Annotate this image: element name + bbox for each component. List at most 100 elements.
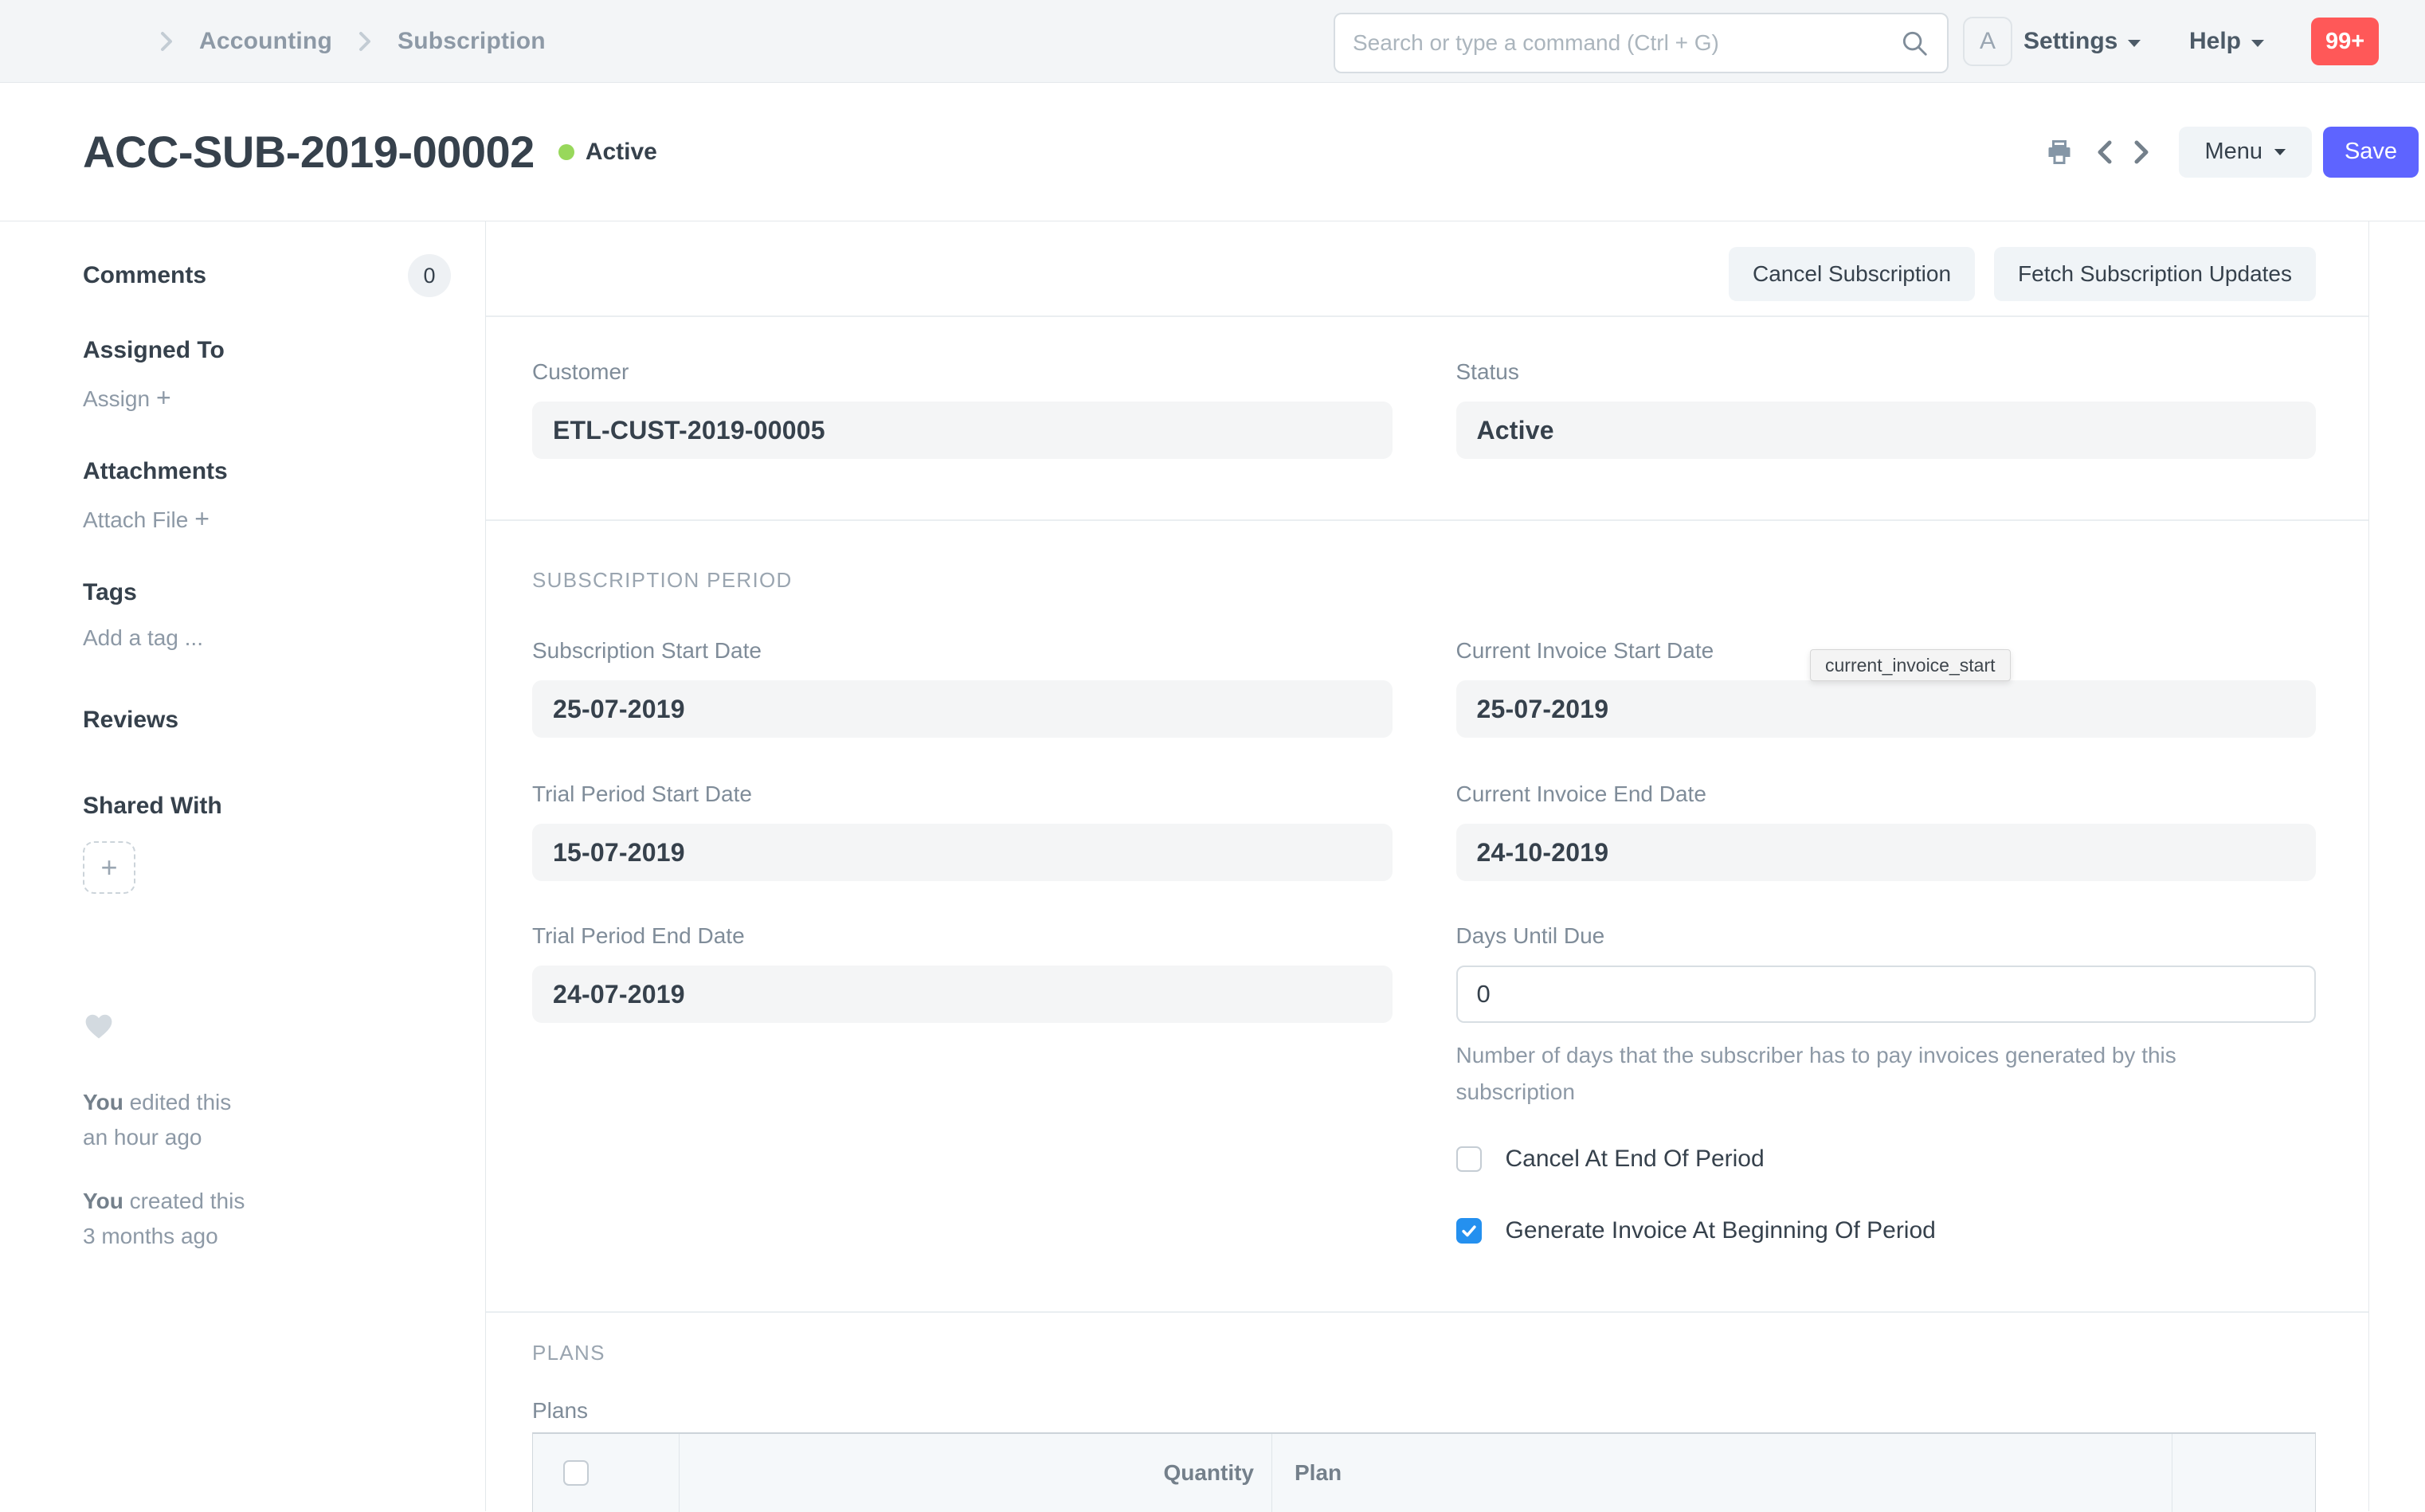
like-heart-icon[interactable] (83, 1012, 485, 1040)
customer-field: Customer ETL-CUST-2019-00005 (532, 358, 1393, 459)
attach-file-label: Attach File (83, 507, 189, 532)
activity-user: You (83, 1189, 123, 1213)
generate-invoice-checkbox[interactable] (1455, 1218, 1482, 1244)
plan-header-label: Plan (1295, 1460, 1342, 1485)
comments-count-badge: 0 (408, 254, 451, 297)
quantity-header-label: Quantity (1163, 1460, 1254, 1485)
subscription-start-date-value[interactable]: 25-07-2019 (532, 680, 1393, 738)
add-tag-input[interactable]: Add a tag ... (83, 625, 485, 652)
cancel-subscription-button[interactable]: Cancel Subscription (1729, 247, 1976, 301)
plans-field-label: Plans (532, 1398, 589, 1423)
select-all-checkbox[interactable] (563, 1460, 589, 1486)
days-until-due-description: Number of days that the subscriber has t… (1455, 1043, 2176, 1104)
activity-user: You (83, 1090, 123, 1114)
reviews-heading: Reviews (83, 707, 179, 733)
menu-button-label: Menu (2204, 139, 2262, 164)
comments-label: Comments (83, 262, 207, 288)
attach-file-button[interactable]: Attach File + (83, 505, 485, 534)
divider (486, 519, 2368, 521)
section-subscription-period: SUBSCRIPTION PERIOD Subscription Start D… (486, 567, 2368, 1244)
help-menu[interactable]: Help (2189, 0, 2265, 83)
days-until-due-input[interactable] (1455, 966, 2316, 1023)
previous-document-icon[interactable] (2094, 139, 2115, 166)
print-icon[interactable] (2045, 138, 2074, 166)
cancel-at-end-of-period-label: Cancel At End Of Period (1505, 1146, 1765, 1172)
status-indicator-dot (558, 143, 574, 160)
quantity-column-header: Quantity (680, 1434, 1272, 1512)
trial-period-end-date-field: Trial Period End Date 24-07-2019 (532, 922, 1393, 1244)
assigned-to-heading: Assigned To (83, 337, 225, 363)
comments-row[interactable]: Comments 0 (83, 253, 451, 298)
assign-button[interactable]: Assign + (83, 384, 485, 413)
subscription-start-date-label: Subscription Start Date (532, 638, 762, 663)
generate-invoice-row[interactable]: Generate Invoice At Beginning Of Period (1455, 1217, 2317, 1244)
trial-period-start-date-field: Trial Period Start Date 15-07-2019 (532, 781, 1393, 881)
page-body: Comments 0 Assigned To Assign + Attachmen… (0, 221, 2425, 1512)
cancel-at-end-of-period-row[interactable]: Cancel At End Of Period (1455, 1146, 2317, 1173)
form-main: Cancel Subscription Fetch Subscription U… (486, 221, 2369, 1512)
section-plans: PLANS Plans Quantity Plan (486, 1340, 2368, 1512)
activity-action: created this (129, 1189, 245, 1213)
page-head-actions: Menu Save (2045, 126, 2419, 178)
trial-period-end-date-label: Trial Period End Date (532, 923, 745, 948)
avatar[interactable]: A (1963, 17, 2012, 66)
current-invoice-start-date-value[interactable]: 25-07-2019 (1455, 680, 2316, 738)
current-invoice-end-date-field: Current Invoice End Date 24-10-2019 (1455, 781, 2316, 881)
page-title: ACC-SUB-2019-00002 (83, 127, 535, 177)
section-overview: Customer ETL-CUST-2019-00005 Status Acti… (486, 358, 2368, 459)
activity-entry: You created this 3 months ago (83, 1184, 485, 1254)
chevron-right-icon (156, 29, 177, 53)
trial-period-start-date-label: Trial Period Start Date (532, 781, 752, 806)
notifications-badge[interactable]: 99+ (2311, 18, 2380, 65)
plan-column-header: Plan (1272, 1434, 2172, 1512)
share-add-button[interactable]: + (83, 841, 135, 894)
save-button[interactable]: Save (2323, 126, 2419, 178)
chevron-right-icon (355, 29, 375, 53)
help-label: Help (2189, 28, 2242, 54)
subscription-form-page: Accounting Subscription A Settings Help (0, 0, 2425, 1512)
breadcrumb-accounting[interactable]: Accounting (199, 28, 332, 55)
divider (486, 1311, 2368, 1313)
search-input[interactable] (1353, 30, 1899, 56)
menu-button[interactable]: Menu (2179, 126, 2312, 178)
breadcrumb: Accounting Subscription (156, 0, 546, 83)
caret-down-icon (2127, 38, 2141, 48)
activity-action: edited this (129, 1090, 232, 1114)
plans-table-header: Quantity Plan (533, 1434, 2315, 1512)
plans-section-heading: PLANS (532, 1341, 605, 1365)
settings-label: Settings (2023, 28, 2118, 54)
navbar: Accounting Subscription A Settings Help (0, 0, 2425, 83)
customer-label: Customer (532, 359, 629, 384)
plus-icon: + (156, 383, 171, 412)
current-invoice-end-date-label: Current Invoice End Date (1455, 781, 1706, 806)
fetch-subscription-updates-button[interactable]: Fetch Subscription Updates (1994, 247, 2316, 301)
plus-icon: + (194, 504, 210, 533)
caret-down-icon (2274, 148, 2286, 155)
status-value[interactable]: Active (1455, 402, 2316, 459)
days-until-due-label: Days Until Due (1455, 923, 1605, 948)
status-label: Status (1455, 359, 1519, 384)
shared-with-heading: Shared With (83, 793, 222, 819)
header-checkbox-cell (533, 1434, 680, 1512)
page-head: ACC-SUB-2019-00002 Active Menu Save (0, 83, 2425, 221)
search-icon[interactable] (1899, 28, 1929, 58)
attachments-heading: Attachments (83, 458, 228, 484)
settings-menu[interactable]: Settings (2023, 0, 2141, 83)
document-actions: Cancel Subscription Fetch Subscription U… (486, 247, 2368, 301)
divider (486, 315, 2368, 317)
global-search (1334, 13, 1949, 73)
assign-label: Assign (83, 386, 151, 411)
caret-down-icon (2251, 38, 2265, 48)
activity-time: an hour ago (83, 1125, 202, 1150)
current-invoice-end-date-value[interactable]: 24-10-2019 (1455, 824, 2316, 881)
cancel-at-end-of-period-checkbox[interactable] (1455, 1146, 1482, 1172)
field-tooltip: current_invoice_start (1810, 649, 2011, 681)
activity-time: 3 months ago (83, 1224, 218, 1248)
next-document-icon[interactable] (2131, 139, 2152, 166)
customer-value[interactable]: ETL-CUST-2019-00005 (532, 402, 1393, 459)
trial-period-end-date-value[interactable]: 24-07-2019 (532, 966, 1393, 1023)
breadcrumb-subscription[interactable]: Subscription (398, 28, 546, 55)
form-sidebar: Comments 0 Assigned To Assign + Attachmen… (0, 221, 486, 1511)
days-until-due-field: Days Until Due Number of days that the s… (1455, 922, 2317, 1244)
trial-period-start-date-value[interactable]: 15-07-2019 (532, 824, 1393, 881)
